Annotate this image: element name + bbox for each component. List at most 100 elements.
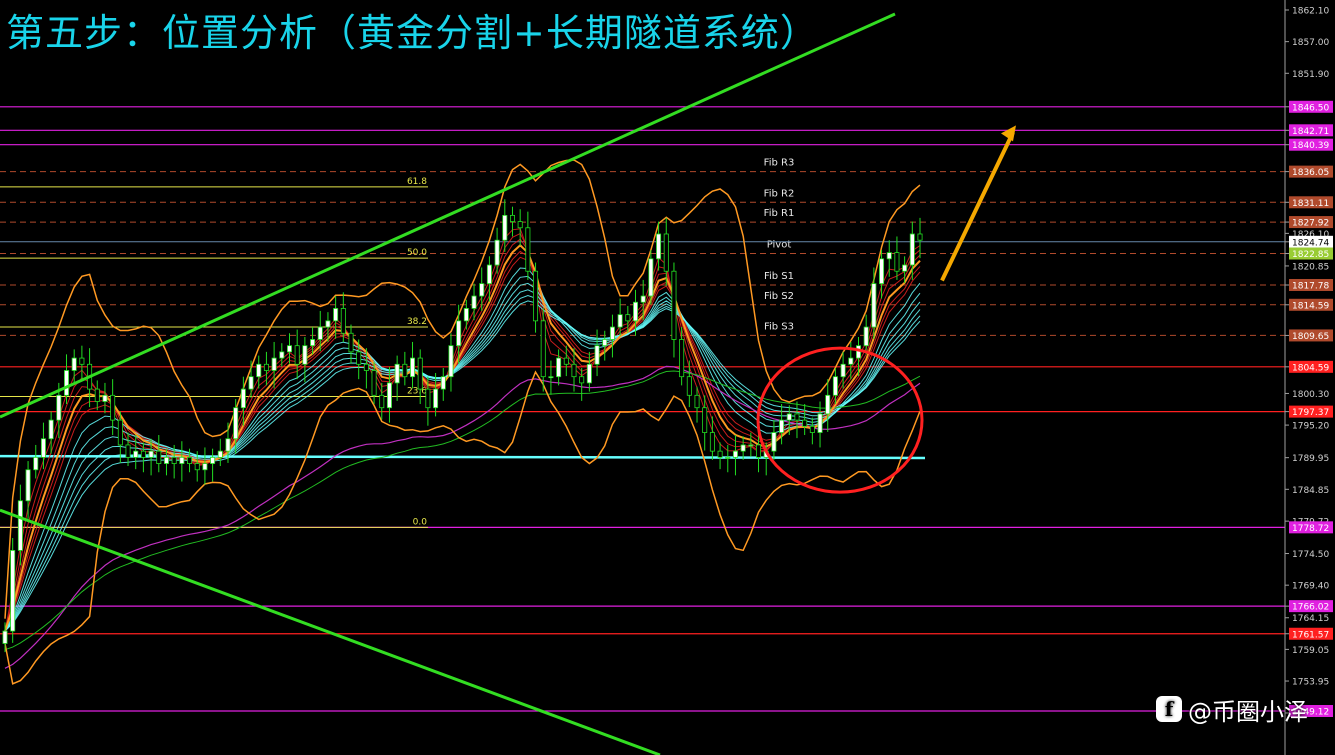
candle-body xyxy=(832,376,838,396)
candle-body xyxy=(248,376,254,390)
trend-line-lower xyxy=(0,508,661,755)
candle-body xyxy=(363,363,369,371)
candle-body xyxy=(333,308,339,322)
price-tag-label: 1842.71 xyxy=(1292,127,1329,137)
candle-body xyxy=(609,326,615,340)
candle-body xyxy=(240,388,246,409)
bollinger-mid-line xyxy=(4,243,921,632)
trend-line-upper xyxy=(0,12,896,419)
candle-body xyxy=(686,376,692,396)
candle-body xyxy=(140,450,146,458)
candle-body xyxy=(740,444,746,452)
candle-body xyxy=(110,394,116,421)
candle-body xyxy=(379,394,385,409)
price-tag-label: 1824.74 xyxy=(1292,238,1329,248)
candle-body xyxy=(356,351,362,365)
price-tag-label: 1809.65 xyxy=(1292,332,1329,342)
candle-body xyxy=(202,463,208,471)
candle-body xyxy=(317,326,323,340)
candle-body xyxy=(709,432,715,452)
candle-body xyxy=(71,357,77,371)
candle-body xyxy=(402,363,408,378)
candle-body xyxy=(732,450,738,458)
ma-green-line xyxy=(4,370,921,651)
candle-body xyxy=(855,345,861,359)
candle-body xyxy=(302,345,308,365)
candle-body xyxy=(371,370,377,396)
candle-body xyxy=(279,351,285,359)
candle-body xyxy=(79,357,85,365)
candle-body xyxy=(263,363,269,371)
candle-body xyxy=(671,270,677,340)
candle-body xyxy=(94,388,100,402)
candle-body xyxy=(917,233,923,241)
bollinger-upper-line xyxy=(4,159,921,619)
candle-body xyxy=(594,345,600,365)
candle-body xyxy=(909,233,915,266)
watermark-logo-icon: f xyxy=(1156,696,1182,722)
pivot-label: Pivot xyxy=(767,240,792,251)
tick-label: 1764.15 xyxy=(1292,614,1329,624)
candle-body xyxy=(848,357,854,365)
candle-body xyxy=(771,432,777,452)
candle-body xyxy=(225,438,231,452)
price-chart[interactable]: Fib R3 Fib R2 Fib R1 Pivot Fib S1 Fib S2 Fib S… xyxy=(0,0,1335,755)
candle-body xyxy=(156,450,162,464)
tick-label: 1774.50 xyxy=(1292,550,1329,560)
candle-body xyxy=(894,252,900,272)
candle-body xyxy=(294,345,300,365)
price-tag-label: 1836.05 xyxy=(1292,168,1329,178)
candle-body xyxy=(471,295,477,309)
candle-body xyxy=(502,214,508,241)
candle-body xyxy=(17,500,23,551)
candle-body xyxy=(579,376,585,384)
tick-label: 1789.95 xyxy=(1292,454,1329,464)
candle-body xyxy=(748,444,754,447)
ma-red-line xyxy=(4,244,921,632)
candle-body xyxy=(625,314,631,322)
candle-body xyxy=(48,419,54,440)
candle-body xyxy=(348,332,354,353)
candle-body xyxy=(825,394,831,415)
fib-label: 0.0 xyxy=(413,517,428,527)
candle-body xyxy=(25,469,31,502)
price-tag-label: 1831.11 xyxy=(1292,199,1329,209)
candle-body xyxy=(725,456,731,459)
candle-body xyxy=(33,456,39,471)
pivot-label: Fib S3 xyxy=(764,321,794,332)
candle-body xyxy=(56,394,62,421)
candle-body xyxy=(2,630,8,644)
candle-body xyxy=(456,320,462,347)
candle-body xyxy=(556,357,562,378)
tick-label: 1784.85 xyxy=(1292,486,1329,496)
candle-body xyxy=(540,320,546,378)
candle-body xyxy=(586,363,592,384)
candle-body xyxy=(256,363,262,378)
candle-body xyxy=(440,376,446,390)
candle-body xyxy=(533,270,539,322)
candle-body xyxy=(571,363,577,378)
price-tag-label: 1766.02 xyxy=(1292,603,1329,613)
watermark: f @币圈小泽 xyxy=(1156,692,1308,726)
tick-label: 1800.30 xyxy=(1292,390,1329,400)
candle-body xyxy=(286,345,292,353)
candle-body xyxy=(779,419,785,433)
candle-body xyxy=(656,233,662,260)
candle-body xyxy=(163,456,169,464)
candle-body xyxy=(794,413,800,421)
pivot-label: Fib R2 xyxy=(764,188,795,199)
candle-body xyxy=(117,419,123,446)
candle-body xyxy=(64,370,70,396)
candle-body xyxy=(340,308,346,334)
candle-body xyxy=(310,339,316,347)
tick-label: 1759.05 xyxy=(1292,646,1329,656)
candle-body xyxy=(271,357,277,371)
candle-body xyxy=(494,239,500,266)
pivot-label: Fib S2 xyxy=(764,291,794,302)
price-tag-label: 1827.92 xyxy=(1292,219,1329,229)
price-tag-label: 1846.50 xyxy=(1292,103,1329,113)
price-tag-label: 1797.37 xyxy=(1292,408,1329,418)
candle-body xyxy=(802,419,808,427)
candle-body xyxy=(633,301,639,322)
candle-body xyxy=(187,456,193,464)
